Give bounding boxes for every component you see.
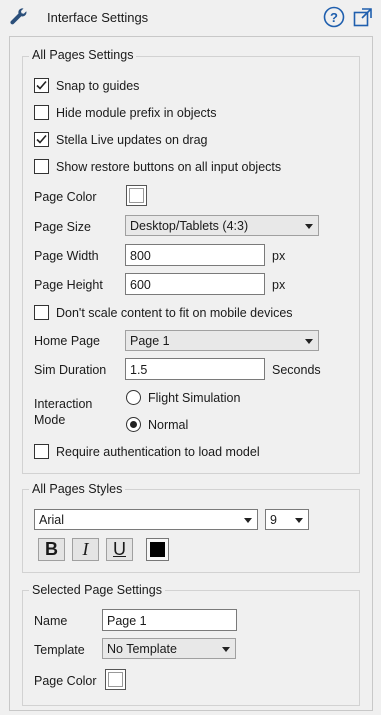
wrench-icon — [10, 8, 27, 25]
template-select[interactable]: No Template — [102, 638, 236, 659]
page-height-input[interactable]: 600 — [125, 273, 265, 295]
template-label: Template — [34, 643, 85, 657]
page-color-swatch[interactable] — [126, 185, 147, 206]
show-restore-buttons-label: Show restore buttons on all input object… — [56, 160, 282, 174]
underline-button[interactable]: U — [106, 538, 133, 561]
page-size-label: Page Size — [34, 220, 91, 234]
home-page-value: Page 1 — [130, 334, 170, 348]
check-icon — [36, 80, 47, 90]
page-width-unit: px — [272, 249, 286, 263]
interaction-mode-label-line2: Mode — [34, 413, 66, 427]
check-icon — [36, 134, 47, 144]
chevron-down-icon — [295, 518, 303, 523]
help-icon[interactable]: ? — [323, 6, 345, 28]
font-family-select[interactable]: Arial — [34, 509, 258, 530]
dont-scale-label: Don't scale content to fit on mobile dev… — [56, 306, 293, 320]
snap-to-guides-label: Snap to guides — [56, 79, 140, 93]
home-page-select[interactable]: Page 1 — [125, 330, 319, 351]
text-color-swatch — [150, 542, 165, 557]
interaction-mode-label-line1: Interaction — [34, 397, 93, 411]
sim-duration-label: Sim Duration — [34, 363, 107, 377]
page-name-input[interactable]: Page 1 — [102, 609, 237, 631]
require-auth-checkbox[interactable] — [34, 444, 49, 459]
bold-button[interactable]: B — [38, 538, 65, 561]
font-family-value: Arial — [39, 513, 65, 527]
page-height-unit: px — [272, 278, 286, 292]
chevron-down-icon — [222, 647, 230, 652]
page-width-value: 800 — [130, 249, 151, 263]
popout-icon[interactable] — [352, 6, 374, 28]
sim-duration-value: 1.5 — [130, 363, 148, 377]
page-width-label: Page Width — [34, 249, 99, 263]
require-auth-label: Require authentication to load model — [56, 445, 260, 459]
chevron-down-icon — [305, 339, 313, 344]
all-pages-settings-title: All Pages Settings — [29, 48, 137, 62]
flight-simulation-radio[interactable] — [126, 390, 141, 405]
page-size-value: Desktop/Tablets (4:3) — [130, 219, 249, 233]
all-pages-styles-title: All Pages Styles — [29, 482, 126, 496]
page-height-label: Page Height — [34, 278, 103, 292]
page-size-select[interactable]: Desktop/Tablets (4:3) — [125, 215, 319, 236]
page-name-label: Name — [34, 614, 68, 628]
normal-label: Normal — [148, 418, 189, 432]
sim-duration-input[interactable]: 1.5 — [125, 358, 265, 380]
selected-page-color-swatch[interactable] — [105, 669, 126, 690]
stella-live-updates-checkbox[interactable] — [34, 132, 49, 147]
normal-radio[interactable] — [126, 417, 141, 432]
page-name-value: Page 1 — [107, 614, 147, 628]
italic-button[interactable]: I — [72, 538, 99, 561]
panel-header: Interface Settings ? — [0, 0, 381, 36]
show-restore-buttons-checkbox[interactable] — [34, 159, 49, 174]
snap-to-guides-checkbox[interactable] — [34, 78, 49, 93]
hide-module-prefix-checkbox[interactable] — [34, 105, 49, 120]
page-color-label: Page Color — [34, 190, 97, 204]
dont-scale-checkbox[interactable] — [34, 305, 49, 320]
panel-title: Interface Settings — [47, 10, 149, 25]
radio-selected-dot — [130, 421, 137, 428]
selected-page-settings-title: Selected Page Settings — [29, 583, 165, 597]
page-height-value: 600 — [130, 278, 151, 292]
chevron-down-icon — [244, 518, 252, 523]
flight-simulation-label: Flight Simulation — [148, 391, 241, 405]
stella-live-updates-label: Stella Live updates on drag — [56, 133, 208, 147]
page-width-input[interactable]: 800 — [125, 244, 265, 266]
font-size-select[interactable]: 9 — [265, 509, 309, 530]
svg-text:?: ? — [330, 10, 338, 25]
chevron-down-icon — [305, 224, 313, 229]
home-page-label: Home Page — [34, 334, 101, 348]
sim-duration-unit: Seconds — [272, 363, 321, 377]
template-value: No Template — [107, 642, 177, 656]
selected-page-color-label: Page Color — [34, 674, 97, 688]
text-color-button[interactable] — [146, 538, 169, 561]
font-size-value: 9 — [270, 513, 277, 527]
hide-module-prefix-label: Hide module prefix in objects — [56, 106, 217, 120]
